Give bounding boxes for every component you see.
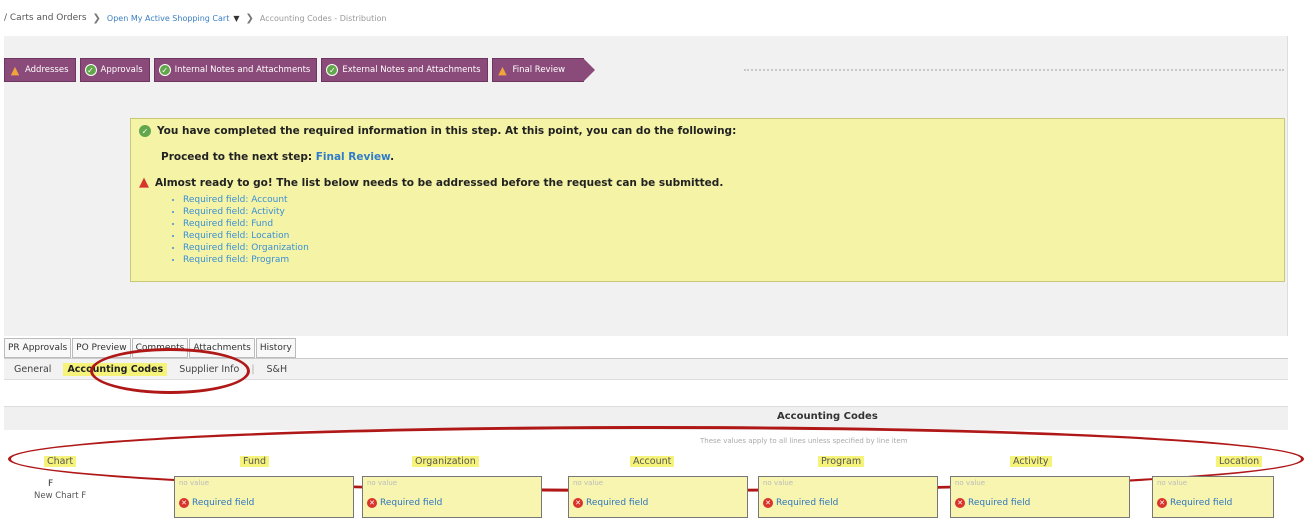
breadcrumb-distribution: Distribution [339,13,387,23]
completed-message: ✓ You have completed the required inform… [139,125,1284,137]
tab-history[interactable]: History [255,338,296,358]
checkmark-icon: ✓ [84,64,97,76]
required-indicator: ✕ Required field [763,498,838,508]
step-approvals[interactable]: ✓ Approvals [79,58,150,82]
no-value-text: no value [573,479,604,487]
error-x-icon: ✕ [1157,498,1167,508]
checkmark-icon: ✓ [139,125,151,137]
error-x-icon: ✕ [367,498,377,508]
breadcrumb-active-cart[interactable]: Open My Active Shopping Cart [107,14,229,23]
activity-field[interactable]: no value ✕ Required field [950,476,1130,518]
error-x-icon: ✕ [573,498,583,508]
location-field[interactable]: no value ✕ Required field [1152,476,1274,518]
program-field[interactable]: no value ✕ Required field [758,476,938,518]
workflow-steps: ▲ Addresses ✓ Approvals ✓ Internal Notes… [4,58,595,82]
no-value-text: no value [179,479,210,487]
completed-text: You have completed the required informat… [157,125,737,137]
required-item-location[interactable]: Required field: Location [183,230,1284,242]
step-label: External Notes and Attachments [342,65,481,75]
step-internal-notes[interactable]: ✓ Internal Notes and Attachments [153,58,318,82]
no-value-text: no value [763,479,794,487]
breadcrumb-carts-orders[interactable]: / Carts and Orders [4,13,87,23]
required-indicator: ✕ Required field [179,498,254,508]
required-item-program[interactable]: Required field: Program [183,254,1284,266]
required-indicator: ✕ Required field [1157,498,1232,508]
no-value-text: no value [1157,479,1188,487]
required-list: Required field: Account Required field: … [183,194,1284,266]
error-x-icon: ✕ [763,498,773,508]
warning-icon: ▲ [498,63,507,77]
step-label: Addresses [25,65,69,75]
chart-name: New Chart F [34,491,87,501]
account-field[interactable]: no value ✕ Required field [568,476,748,518]
error-x-icon: ✕ [179,498,189,508]
step-label: Approvals [100,65,143,75]
breadcrumb-separator: - [331,13,340,23]
proceed-message: Proceed to the next step: Final Review. [161,151,1284,163]
step-external-notes[interactable]: ✓ External Notes and Attachments [321,58,488,82]
warning-icon: ▲ [139,175,149,190]
required-text: Required field [776,498,839,508]
annotation-circle-tab [90,348,250,394]
breadcrumb-accounting-codes: Accounting Codes [259,13,332,23]
tab-divider: | [251,363,255,375]
required-text: Required field [192,498,255,508]
required-text: Required field [380,498,443,508]
required-indicator: ✕ Required field [367,498,442,508]
checkmark-icon: ✓ [158,64,171,76]
required-item-fund[interactable]: Required field: Fund [183,218,1284,230]
required-text: Required field [968,498,1031,508]
final-review-link[interactable]: Final Review [316,151,390,163]
chevron-right-icon: ❯ [92,12,101,24]
step-addresses[interactable]: ▲ Addresses [4,58,76,82]
step-track-dots [744,69,1284,71]
required-item-organization[interactable]: Required field: Organization [183,242,1284,254]
no-value-text: no value [955,479,986,487]
tab-pr-approvals[interactable]: PR Approvals [4,338,72,358]
almost-ready-message: ▲ Almost ready to go! The list below nee… [139,175,1284,190]
chevron-right-icon: ❯ [245,12,254,24]
notice-box: ✓ You have completed the required inform… [130,118,1285,282]
tab-sh[interactable]: S&H [267,364,288,375]
required-indicator: ✕ Required field [573,498,648,508]
required-text: Required field [586,498,649,508]
required-indicator: ✕ Required field [955,498,1030,508]
step-label: Final Review [512,65,566,75]
fund-field[interactable]: no value ✕ Required field [174,476,354,518]
accounting-title: Accounting Codes [777,411,878,422]
checkmark-icon: ✓ [326,64,339,76]
almost-text: Almost ready to go! The list below needs… [155,176,724,189]
required-item-account[interactable]: Required field: Account [183,194,1284,206]
warning-icon: ▲ [10,63,20,77]
step-final-review[interactable]: ▲ Final Review [491,58,595,82]
required-item-activity[interactable]: Required field: Activity [183,206,1284,218]
organization-field[interactable]: no value ✕ Required field [362,476,542,518]
proceed-suffix: . [390,151,395,163]
error-x-icon: ✕ [955,498,965,508]
step-label: Internal Notes and Attachments [174,65,311,75]
required-text: Required field [1170,498,1233,508]
caret-down-icon[interactable]: ▼ [233,14,239,23]
proceed-prefix: Proceed to the next step: [161,151,313,163]
no-value-text: no value [367,479,398,487]
tab-general[interactable]: General [14,364,51,375]
chart-value: F [48,479,54,489]
breadcrumb: / Carts and Orders ❯ Open My Active Shop… [0,0,1308,36]
